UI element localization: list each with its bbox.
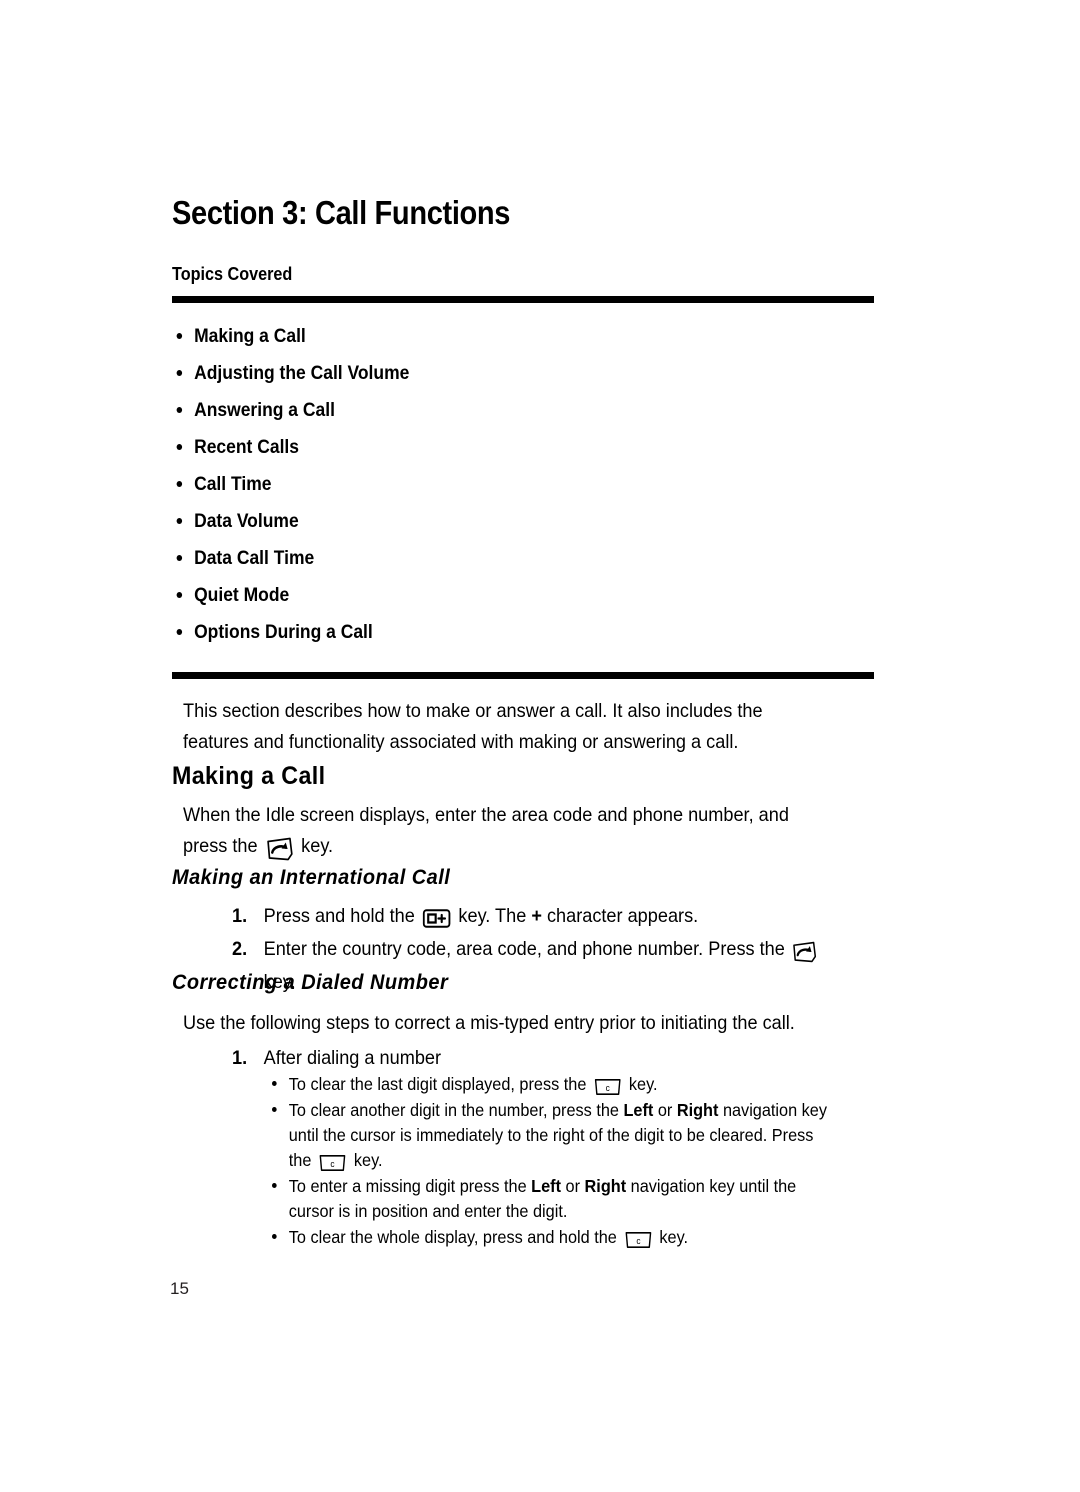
topics-list-item-label: Recent Calls bbox=[194, 437, 300, 458]
sub-bullet-item: To clear the whole display, press and ho… bbox=[272, 1225, 839, 1250]
sub-bullet-item: To clear another digit in the number, pr… bbox=[272, 1098, 839, 1173]
topics-list-item: Adjusting the Call Volume bbox=[172, 363, 818, 400]
page-number: 15 bbox=[170, 1279, 189, 1298]
topics-list-item-label: Quiet Mode bbox=[194, 585, 290, 606]
step-item: 1. Press and hold the key. The + charact… bbox=[232, 900, 827, 933]
bullet-icon bbox=[176, 555, 183, 561]
making-a-call-text-after: key. bbox=[301, 835, 334, 857]
clear-c-key-icon: c bbox=[594, 1078, 622, 1096]
topics-list-item-label: Making a Call bbox=[194, 326, 306, 347]
topics-list-item-label: Data Volume bbox=[194, 511, 299, 532]
bullet-icon bbox=[176, 629, 183, 635]
send-call-key-icon bbox=[792, 941, 817, 963]
bullet-icon bbox=[176, 407, 183, 413]
sub-bullet-text: or bbox=[653, 1100, 677, 1120]
topics-list-item: Recent Calls bbox=[172, 437, 818, 474]
plus-character: + bbox=[531, 905, 542, 927]
emphasis-text: Right bbox=[584, 1176, 627, 1196]
emphasis-text: Left bbox=[531, 1176, 562, 1196]
svg-text:c: c bbox=[331, 1159, 336, 1169]
step-number: 2. bbox=[232, 938, 248, 960]
topics-list-item: Answering a Call bbox=[172, 400, 818, 437]
topics-list-item: Options During a Call bbox=[172, 622, 818, 659]
topics-list-item-label: Adjusting the Call Volume bbox=[194, 363, 410, 384]
making-a-call-paragraph: When the Idle screen displays, enter the… bbox=[183, 800, 825, 862]
topics-list-item-label: Call Time bbox=[194, 474, 272, 495]
bullet-icon bbox=[272, 1183, 277, 1188]
step-text-after: character appears. bbox=[546, 905, 699, 927]
step-text-before: Enter the country code, area code, and p… bbox=[263, 938, 785, 960]
correcting-lead-paragraph: Use the following steps to correct a mis… bbox=[183, 1012, 795, 1034]
bullet-icon bbox=[176, 592, 183, 598]
topics-list-item: Making a Call bbox=[172, 326, 818, 363]
zero-plus-key-icon bbox=[422, 909, 451, 928]
bullet-icon bbox=[176, 518, 183, 524]
sub-bullet-text: key. bbox=[654, 1227, 689, 1247]
topics-list-item: Data Volume bbox=[172, 511, 818, 548]
svg-text:c: c bbox=[606, 1083, 611, 1093]
bullet-icon bbox=[176, 481, 183, 487]
bullet-icon bbox=[272, 1081, 277, 1086]
send-call-key-icon bbox=[265, 837, 293, 861]
emphasis-text: Left bbox=[623, 1100, 654, 1120]
clear-c-key-icon: c bbox=[319, 1154, 347, 1172]
sub-bullet-item: To enter a missing digit press the Left … bbox=[272, 1174, 839, 1224]
topics-covered-label: Topics Covered bbox=[172, 264, 293, 284]
bullet-icon bbox=[176, 333, 183, 339]
divider-top bbox=[172, 296, 874, 303]
page-title: Section 3: Call Functions bbox=[172, 194, 511, 231]
heading-correcting-dialed-number: Correcting a Dialed Number bbox=[172, 971, 449, 994]
sub-bullet-text: To enter a missing digit press the bbox=[288, 1176, 532, 1196]
sub-bullet-text: or bbox=[561, 1176, 585, 1196]
emphasis-text: Right bbox=[676, 1100, 719, 1120]
sub-bullet-text: To clear the whole display, press and ho… bbox=[288, 1227, 622, 1247]
correcting-steps-list: 1. After dialing a number bbox=[232, 1042, 872, 1075]
sub-bullet-text: key. bbox=[349, 1150, 383, 1170]
bullet-icon bbox=[272, 1107, 277, 1112]
step-item: 1. After dialing a number bbox=[232, 1042, 827, 1075]
sub-bullet-text: To clear another digit in the number, pr… bbox=[288, 1100, 624, 1120]
bullet-icon bbox=[176, 370, 183, 376]
sub-bullet-text: To clear the last digit displayed, press… bbox=[288, 1074, 591, 1094]
divider-bottom bbox=[172, 672, 874, 679]
clear-c-key-icon: c bbox=[624, 1231, 652, 1249]
step-text: After dialing a number bbox=[263, 1047, 442, 1069]
heading-making-a-call: Making a Call bbox=[172, 762, 326, 790]
step-text-before: Press and hold the bbox=[263, 905, 415, 927]
topics-list-item-label: Answering a Call bbox=[194, 400, 335, 421]
topics-list-item: Call Time bbox=[172, 474, 818, 511]
heading-making-international-call: Making an International Call bbox=[172, 866, 451, 889]
topics-list-item-label: Options During a Call bbox=[194, 622, 373, 643]
correcting-sub-bullet-list: To clear the last digit displayed, press… bbox=[272, 1072, 882, 1251]
topics-list: Making a Call Adjusting the Call Volume An… bbox=[172, 326, 874, 659]
step-text-mid: key. The bbox=[458, 905, 527, 927]
topics-list-item: Data Call Time bbox=[172, 548, 818, 585]
step-number: 1. bbox=[232, 1047, 248, 1069]
sub-bullet-text: key. bbox=[624, 1074, 658, 1094]
intro-paragraph: This section describes how to make or an… bbox=[183, 700, 763, 753]
sub-bullet-item: To clear the last digit displayed, press… bbox=[272, 1072, 839, 1097]
bullet-icon bbox=[176, 444, 183, 450]
step-number: 1. bbox=[232, 905, 248, 927]
svg-text:c: c bbox=[636, 1236, 641, 1246]
bullet-icon bbox=[272, 1234, 277, 1239]
manual-page: Section 3: Call Functions Topics Covered… bbox=[0, 0, 1080, 1492]
topics-list-item-label: Data Call Time bbox=[194, 548, 315, 569]
topics-list-item: Quiet Mode bbox=[172, 585, 818, 622]
